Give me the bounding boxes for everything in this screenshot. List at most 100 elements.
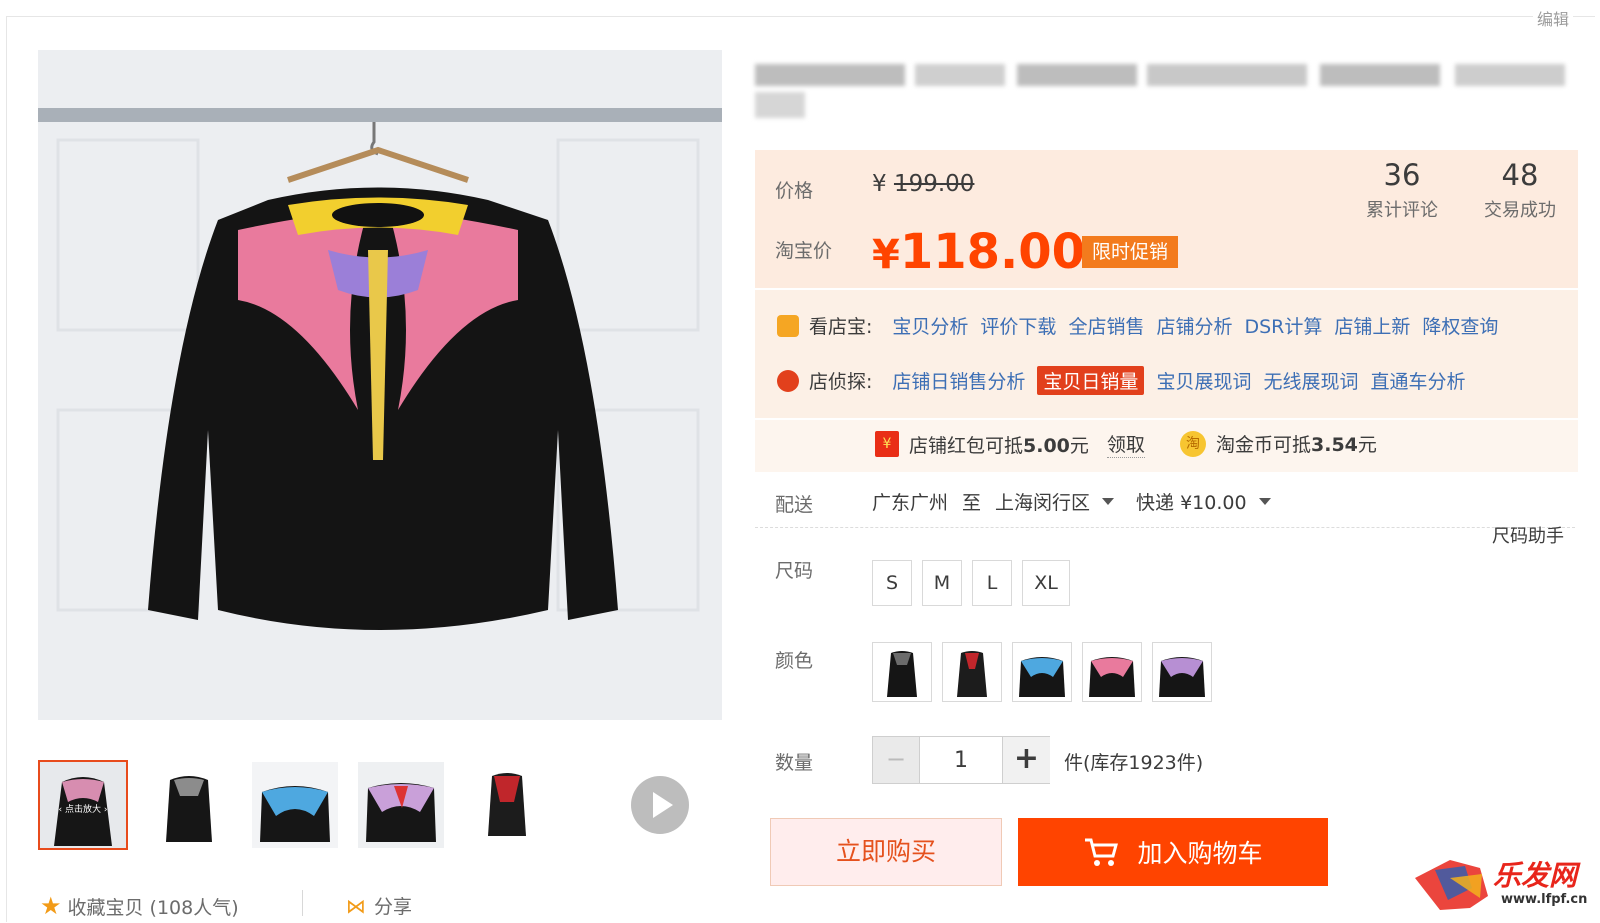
favorite-button[interactable]: ★ 收藏宝贝 (108人气) — [40, 892, 239, 920]
watermark-url: www.lfpf.cn — [1501, 892, 1588, 907]
kandianbao-link[interactable]: 评价下载 — [980, 312, 1056, 339]
add-to-cart-button[interactable]: 加入购物车 — [1018, 818, 1328, 886]
kandianbao-link[interactable]: 宝贝分析 — [892, 312, 968, 339]
kandianbao-link[interactable]: 全店销售 — [1068, 312, 1144, 339]
svg-text:‹ 点击放大 ›: ‹ 点击放大 › — [59, 803, 108, 815]
thumbnail-2[interactable] — [146, 762, 232, 848]
old-price-value: 199.00 — [893, 171, 975, 197]
kandianbao-name: 看店宝: — [809, 316, 873, 338]
thumbnail-image — [146, 762, 232, 848]
buy-now-button[interactable]: 立即购买 — [770, 818, 1002, 886]
product-title-blurred — [755, 58, 1565, 126]
dianzhentan-row: 店侦探: 店铺日销售分析 宝贝日销量 宝贝展现词 无线展现词 直通车分析 — [777, 366, 1477, 395]
thumbnail-image — [252, 762, 338, 848]
red-pack-icon: ¥ — [875, 431, 899, 457]
old-price-symbol: ¥ — [872, 171, 887, 197]
kandianbao-link[interactable]: DSR计算 — [1244, 312, 1322, 339]
taobao-price-label: 淘宝价 — [775, 240, 833, 262]
main-product-image[interactable] — [38, 50, 722, 720]
stat-label: 累计评论 — [1366, 200, 1438, 221]
dianzhentan-icon — [777, 369, 799, 392]
size-helper-link[interactable]: 尺码助手 — [1492, 522, 1564, 548]
ship-to-select[interactable]: 上海闵行区 — [995, 488, 1090, 515]
kandianbao-link[interactable]: 降权查询 — [1422, 312, 1498, 339]
chevron-down-icon[interactable] — [1258, 498, 1271, 505]
divider — [755, 527, 1575, 528]
thumbnail-image — [464, 762, 550, 848]
quantity-input[interactable]: 1 — [920, 737, 1002, 783]
red-pack-text: 店铺红包可抵5.00元 — [909, 434, 1089, 457]
add-cart-label: 加入购物车 — [1137, 839, 1263, 868]
price-label: 价格 — [775, 180, 814, 202]
stock-info: 件(库存1923件) — [1064, 752, 1204, 774]
share-icon: ⋈ — [346, 893, 366, 918]
stat-number: 48 — [1501, 158, 1539, 192]
chevron-down-icon[interactable] — [1102, 498, 1115, 505]
color-option-3[interactable] — [1012, 642, 1072, 702]
shipping-label: 配送 — [775, 494, 814, 516]
ship-to-word: 至 — [962, 492, 982, 514]
plugin-panel: 看店宝: 宝贝分析 评价下载 全店销售 店铺分析 DSR计算 店铺上新 降权查询… — [755, 290, 1578, 418]
shipping-row: 广东广州 至 上海闵行区 快递 ¥10.00 — [872, 488, 1293, 515]
color-swatch — [887, 651, 917, 697]
kandianbao-link[interactable]: 店铺分析 — [1156, 312, 1232, 339]
share-button[interactable]: ⋈ 分享 — [346, 892, 412, 919]
thumbnail-strip: ‹ 点击放大 › — [38, 760, 698, 854]
size-option-xl[interactable]: XL — [1022, 560, 1070, 606]
shipping-method-select[interactable]: 快递 ¥10.00 — [1136, 488, 1247, 515]
edit-link[interactable]: 编辑 — [1533, 6, 1574, 30]
dianzhentan-name: 店侦探: — [809, 371, 873, 393]
color-option-1[interactable] — [872, 642, 932, 702]
thumbnail-image — [358, 762, 444, 848]
claim-red-pack-link[interactable]: 领取 — [1106, 430, 1145, 458]
color-option-5[interactable] — [1152, 642, 1212, 702]
sales-count-stat[interactable]: 48 交易成功 — [1465, 158, 1575, 222]
color-swatch — [1159, 657, 1205, 697]
divider — [302, 890, 303, 916]
dianzhentan-link[interactable]: 无线展现词 — [1263, 367, 1358, 394]
taojinbi-coin-icon: 淘 — [1180, 430, 1206, 457]
star-icon: ★ — [40, 892, 62, 920]
quantity-label: 数量 — [775, 752, 814, 774]
new-price-symbol: ¥ — [872, 232, 900, 278]
watermark-text: 乐发网 — [1493, 859, 1578, 892]
play-video-icon[interactable] — [631, 776, 689, 834]
color-label: 颜色 — [775, 650, 814, 672]
promo-tag: 限时促销 — [1082, 236, 1178, 268]
dianzhentan-link[interactable]: 宝贝展现词 — [1156, 367, 1251, 394]
quantity-stepper: − 1 + — [872, 736, 1050, 784]
color-swatch — [1019, 657, 1065, 697]
favorite-label: 收藏宝贝 (108人气) — [67, 896, 239, 919]
thumbnail-3[interactable] — [252, 762, 338, 848]
coin-text: 淘金币可抵3.54元 — [1216, 434, 1377, 456]
new-price-value: 118.00 — [899, 224, 1086, 280]
size-option-m[interactable]: M — [922, 560, 962, 606]
kandianbao-row: 看店宝: 宝贝分析 评价下载 全店销售 店铺分析 DSR计算 店铺上新 降权查询 — [777, 312, 1510, 339]
stat-number: 36 — [1383, 158, 1421, 192]
cart-icon — [1085, 838, 1119, 866]
increment-button[interactable]: + — [1002, 737, 1050, 783]
kandianbao-icon — [777, 314, 799, 337]
size-label: 尺码 — [775, 560, 814, 582]
color-option-2[interactable] — [942, 642, 1002, 702]
original-price: ¥ 199.00 — [872, 171, 974, 197]
coin-offer: 淘 淘金币可抵3.54元 — [1180, 430, 1377, 457]
coupon-row: ¥ 店铺红包可抵5.00元 领取 淘 淘金币可抵3.54元 — [755, 420, 1578, 472]
dianzhentan-link-highlight[interactable]: 宝贝日销量 — [1037, 366, 1145, 395]
color-option-4[interactable] — [1082, 642, 1142, 702]
review-count-stat[interactable]: 36 累计评论 — [1352, 158, 1452, 222]
dianzhentan-link[interactable]: 店铺日销售分析 — [892, 367, 1025, 394]
kandianbao-link[interactable]: 店铺上新 — [1334, 312, 1410, 339]
color-swatch — [957, 651, 987, 697]
thumbnail-4[interactable] — [358, 762, 444, 848]
zoom-hint: 点击放大 — [65, 803, 101, 815]
ship-from: 广东广州 — [872, 492, 949, 514]
promo-price: ¥118.00 — [872, 224, 1085, 280]
size-option-s[interactable]: S — [872, 560, 912, 606]
thumbnail-1[interactable]: ‹ 点击放大 › — [38, 760, 128, 850]
thumbnail-5[interactable] — [464, 762, 550, 848]
decrement-button[interactable]: − — [873, 737, 920, 783]
red-pack-offer: ¥ 店铺红包可抵5.00元 领取 — [875, 430, 1145, 458]
size-option-l[interactable]: L — [972, 560, 1012, 606]
dianzhentan-link[interactable]: 直通车分析 — [1370, 367, 1465, 394]
